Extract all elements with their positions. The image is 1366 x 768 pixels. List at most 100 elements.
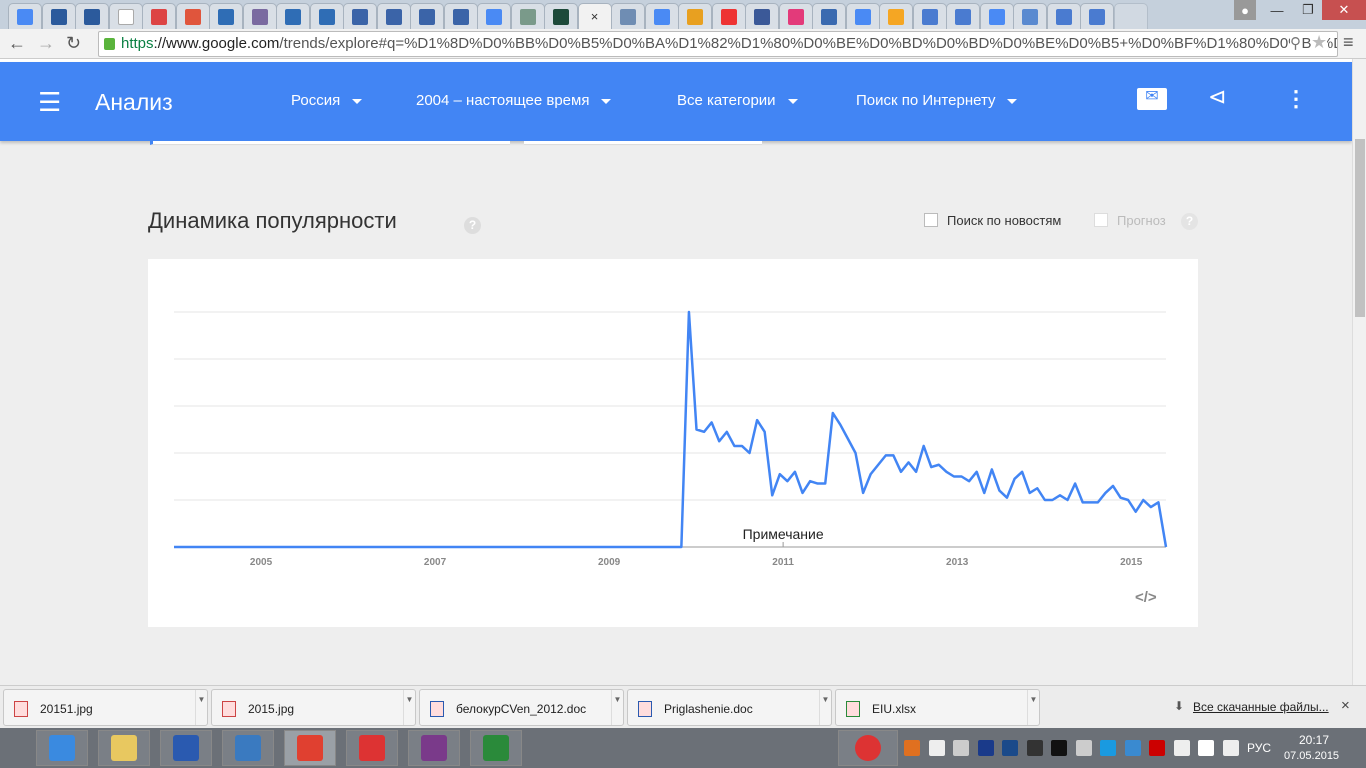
keyboard-icon[interactable] [1124, 740, 1141, 756]
download-menu-chevron-icon[interactable]: ▼ [195, 690, 207, 725]
region-dropdown[interactable]: Россия [291, 92, 363, 109]
acrobat-icon[interactable] [1149, 740, 1165, 756]
printer-icon[interactable] [1075, 740, 1092, 756]
tab[interactable] [510, 3, 545, 29]
java-icon[interactable] [904, 740, 920, 756]
notification-center-button[interactable] [838, 730, 898, 766]
taskbar-explorer-button[interactable] [98, 730, 150, 766]
tab[interactable] [544, 3, 578, 29]
signal-icon[interactable] [1198, 740, 1214, 756]
tab[interactable] [41, 3, 76, 29]
tab[interactable] [644, 3, 679, 29]
tab[interactable] [8, 3, 42, 29]
taskbar-word-button[interactable] [160, 730, 212, 766]
back-icon[interactable]: ← [8, 33, 26, 54]
all-downloads-link[interactable]: Все скачанные файлы... [1193, 700, 1329, 714]
taskbar-ie-button[interactable] [36, 730, 88, 766]
tab[interactable] [343, 3, 377, 29]
tab[interactable] [711, 3, 746, 29]
download-item[interactable]: Priglashenie.doc ▼ [627, 689, 832, 726]
close-window-button[interactable]: ✕ [1322, 0, 1366, 20]
tab[interactable] [477, 3, 511, 29]
scrollbar[interactable] [1352, 59, 1366, 685]
taskbar-lenovo-button[interactable] [222, 730, 274, 766]
share-icon[interactable]: ⊲ [1208, 84, 1226, 110]
tab[interactable] [611, 3, 645, 29]
menu-icon[interactable]: ≡ [1343, 32, 1354, 53]
webcam-icon[interactable] [1051, 740, 1067, 756]
tab[interactable] [209, 3, 243, 29]
download-menu-chevron-icon[interactable]: ▼ [819, 690, 831, 725]
download-item[interactable]: 20151.jpg ▼ [3, 689, 208, 726]
new-tab-button[interactable] [1113, 3, 1148, 29]
taskbar-chrome-button[interactable] [284, 730, 336, 766]
download-item[interactable]: белокурCVen_2012.doc ▼ [419, 689, 624, 726]
tab[interactable] [443, 3, 478, 29]
dolby-icon[interactable] [1002, 740, 1018, 756]
scrollbar-thumb[interactable] [1355, 139, 1365, 317]
minimize-button[interactable]: — [1260, 0, 1294, 20]
taskbar-winrar-button[interactable] [408, 730, 460, 766]
language-indicator[interactable]: РУС [1247, 741, 1271, 755]
zoom-icon[interactable]: ⚲ [1290, 34, 1301, 52]
tab[interactable] [745, 3, 779, 29]
more-vert-icon[interactable]: ⋮ [1285, 86, 1307, 112]
tab[interactable] [1080, 3, 1114, 29]
tab[interactable] [1046, 3, 1081, 29]
period-dropdown[interactable]: 2004 – настоящее время [416, 92, 612, 109]
close-tab-icon[interactable]: × [591, 9, 599, 24]
close-download-bar-button[interactable]: × [1341, 697, 1350, 714]
volume-muted-icon[interactable] [1222, 740, 1239, 756]
network-monitor-icon[interactable] [953, 740, 969, 756]
compare-input[interactable] [524, 141, 762, 145]
tab[interactable] [276, 3, 310, 29]
tab[interactable] [1013, 3, 1047, 29]
news-checkbox[interactable] [924, 213, 938, 227]
clock-date[interactable]: 07.05.2015 [1284, 750, 1339, 762]
download-menu-chevron-icon[interactable]: ▼ [403, 690, 415, 725]
tab[interactable] [845, 3, 880, 29]
tab[interactable] [309, 3, 344, 29]
restore-button[interactable]: ❐ [1294, 0, 1322, 20]
tab[interactable] [142, 3, 176, 29]
tab[interactable] [979, 3, 1014, 29]
tab[interactable] [108, 3, 143, 29]
circle-app-icon[interactable] [1100, 740, 1116, 756]
hamburger-menu-icon[interactable]: ☰ [38, 87, 61, 118]
tab[interactable] [175, 3, 210, 29]
download-item[interactable]: EIU.xlsx ▼ [835, 689, 1040, 726]
clock-time[interactable]: 20:17 [1299, 733, 1329, 747]
help-icon[interactable]: ? [1181, 213, 1198, 230]
bookmark-star-icon[interactable]: ★ [1311, 32, 1328, 53]
profile-button[interactable]: ● [1234, 0, 1256, 20]
download-menu-chevron-icon[interactable]: ▼ [611, 690, 623, 725]
flag-icon[interactable] [928, 740, 945, 756]
download-item[interactable]: 2015.jpg ▼ [211, 689, 416, 726]
forward-icon[interactable]: → [37, 33, 55, 54]
search-term-input[interactable] [150, 141, 510, 145]
tab[interactable] [410, 3, 444, 29]
reload-icon[interactable]: ↻ [66, 33, 81, 54]
embed-code-icon[interactable]: </> [1135, 589, 1157, 606]
tab[interactable] [242, 3, 277, 29]
forecast-checkbox[interactable] [1094, 213, 1108, 227]
tab[interactable] [778, 3, 813, 29]
tab[interactable] [75, 3, 109, 29]
search-type-dropdown[interactable]: Поиск по Интернету [856, 92, 1018, 109]
mail-icon[interactable]: ✉ [1137, 88, 1167, 110]
address-bar[interactable]: https://www.google.com/trends/explore#q=… [98, 31, 1338, 57]
battery-icon[interactable] [1173, 740, 1190, 756]
tab[interactable] [678, 3, 712, 29]
taskbar-spss-button[interactable] [346, 730, 398, 766]
tab-active[interactable]: × [577, 3, 612, 29]
tab[interactable] [912, 3, 947, 29]
tab[interactable] [946, 3, 980, 29]
tab[interactable] [376, 3, 411, 29]
download-menu-chevron-icon[interactable]: ▼ [1027, 690, 1039, 725]
camera-icon[interactable] [1026, 740, 1043, 756]
category-dropdown[interactable]: Все категории [677, 92, 798, 109]
bluetooth-icon[interactable] [977, 740, 994, 756]
help-icon[interactable]: ? [464, 217, 481, 234]
tab[interactable] [879, 3, 913, 29]
taskbar-excel-button[interactable] [470, 730, 522, 766]
